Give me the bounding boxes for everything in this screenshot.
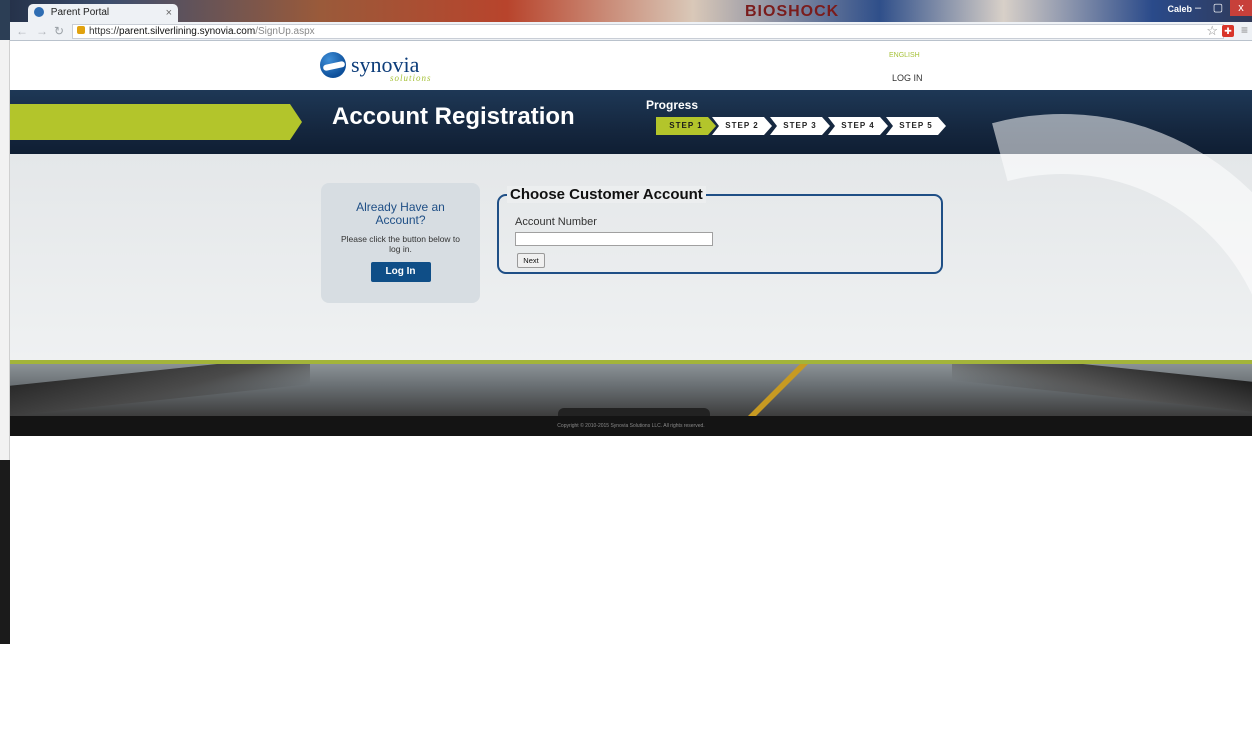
account-number-input[interactable]: [515, 232, 713, 246]
left-window-edge: [0, 0, 10, 644]
step-2: STEP 2: [712, 117, 772, 135]
url-field[interactable]: https://parent.silverlining.synovia.com/…: [72, 24, 1224, 39]
synovia-favicon-icon: [34, 7, 44, 18]
theme-brand-text: BIOSHOCK: [745, 3, 840, 20]
step-1: STEP 1: [656, 117, 716, 135]
left-edge-panel: [0, 40, 10, 460]
page-title: Account Registration: [332, 103, 575, 130]
lock-icon: [77, 26, 85, 34]
browser-tab[interactable]: Parent Portal ×: [28, 4, 178, 22]
progress-label: Progress: [646, 98, 699, 112]
logo-subtitle: solutions: [390, 73, 432, 83]
arrow-right-icon[interactable]: →: [36, 24, 48, 38]
right-guardrail: [952, 364, 1252, 412]
left-edge-top: [0, 0, 10, 40]
step-4: STEP 4: [828, 117, 888, 135]
account-number-label: Account Number: [515, 216, 597, 228]
url-path: /SignUp.aspx: [255, 26, 315, 37]
arrow-left-icon[interactable]: ←: [16, 24, 28, 38]
copyright-text: Copyright © 2010-2015 Synovia Solutions …: [557, 423, 705, 429]
existing-account-panel: Already Have an Account? Please click th…: [321, 183, 480, 303]
url-protocol: https://: [89, 26, 120, 37]
footer-bar: Copyright © 2010-2015 Synovia Solutions …: [10, 416, 1252, 436]
next-button[interactable]: Next: [517, 253, 545, 268]
lane-marking: [740, 364, 808, 416]
tab-title: Parent Portal: [50, 7, 110, 18]
window-close-button[interactable]: x: [1230, 0, 1252, 16]
step-5: STEP 5: [886, 117, 946, 135]
footer-road-image: [10, 364, 1252, 416]
browser-address-bar: ← → ↻ https://parent.silverlining.synovi…: [10, 22, 1252, 41]
star-icon[interactable]: ☆: [1206, 23, 1218, 39]
step-3: STEP 3: [770, 117, 830, 135]
synovia-globe-icon: [320, 52, 346, 78]
log-in-button[interactable]: Log In: [370, 262, 431, 282]
fieldset-legend: Choose Customer Account: [507, 186, 706, 203]
window-maximize-button[interactable]: ▢: [1206, 0, 1230, 16]
language-link[interactable]: ENGLISH: [889, 52, 920, 59]
footer-center-tab: [558, 408, 710, 416]
url-host: parent.silverlining.synovia.com: [119, 26, 256, 37]
existing-account-text: Please click the button below to log in.: [340, 234, 461, 254]
reload-icon[interactable]: ↻: [54, 24, 64, 38]
left-guardrail: [10, 364, 310, 416]
tab-close-icon[interactable]: ×: [166, 4, 172, 22]
extension-icon[interactable]: ✚: [1222, 25, 1234, 37]
menu-icon[interactable]: ≡: [1241, 23, 1248, 37]
existing-account-heading: Already Have an Account?: [356, 200, 445, 227]
browser-title-bar: Parent Portal × BIOSHOCK Caleb – ▢ x: [10, 0, 1252, 22]
header-login-link[interactable]: LOG IN: [892, 73, 923, 83]
customer-account-fieldset: Choose Customer Account Account Number N…: [497, 186, 943, 274]
banner-green-arrow: [10, 104, 302, 140]
